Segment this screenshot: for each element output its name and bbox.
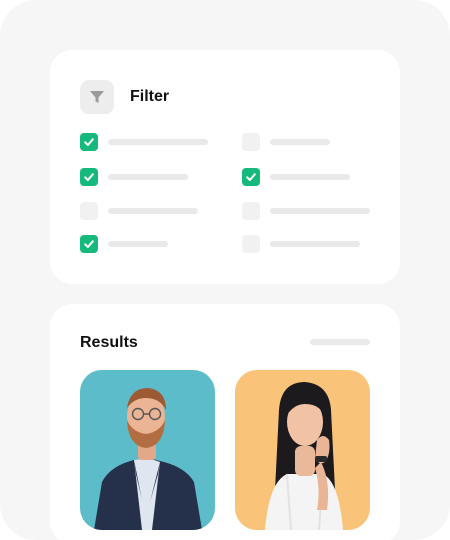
checkbox-checked[interactable] (242, 168, 260, 186)
filter-option[interactable] (242, 202, 370, 220)
option-label-placeholder (108, 208, 198, 214)
filter-option[interactable] (242, 133, 330, 151)
filter-header: Filter (80, 80, 169, 114)
filter-option[interactable] (242, 168, 350, 186)
funnel-icon[interactable] (80, 80, 114, 114)
app-screen: Filter Results (0, 0, 450, 540)
man-in-suit-photo (80, 370, 215, 530)
results-title: Results (80, 334, 138, 351)
filter-option[interactable] (80, 168, 188, 186)
result-card-man-in-suit-photo[interactable] (80, 370, 215, 530)
checkbox-unchecked[interactable] (242, 133, 260, 151)
checkmark-icon (84, 240, 94, 248)
option-label-placeholder (108, 139, 208, 145)
checkmark-icon (84, 173, 94, 181)
option-label-placeholder (270, 174, 350, 180)
checkbox-checked[interactable] (80, 133, 98, 151)
option-label-placeholder (108, 241, 168, 247)
filter-title: Filter (130, 88, 170, 105)
results-meta-placeholder (310, 339, 370, 345)
filter-option[interactable] (80, 133, 208, 151)
filter-option[interactable] (242, 235, 360, 253)
option-label-placeholder (270, 241, 360, 247)
checkbox-unchecked[interactable] (242, 235, 260, 253)
result-card-woman-smiling-photo[interactable] (235, 370, 370, 530)
checkmark-icon (246, 173, 256, 181)
results-card: Results (50, 304, 400, 540)
option-label-placeholder (108, 174, 188, 180)
checkbox-unchecked[interactable] (242, 202, 260, 220)
checkmark-icon (84, 138, 94, 146)
option-label-placeholder (270, 139, 330, 145)
filter-card: Filter (50, 50, 400, 284)
checkbox-checked[interactable] (80, 168, 98, 186)
filter-option[interactable] (80, 235, 168, 253)
checkbox-checked[interactable] (80, 235, 98, 253)
checkbox-unchecked[interactable] (80, 202, 98, 220)
filter-option[interactable] (80, 202, 198, 220)
option-label-placeholder (270, 208, 370, 214)
woman-smiling-photo (235, 370, 370, 530)
